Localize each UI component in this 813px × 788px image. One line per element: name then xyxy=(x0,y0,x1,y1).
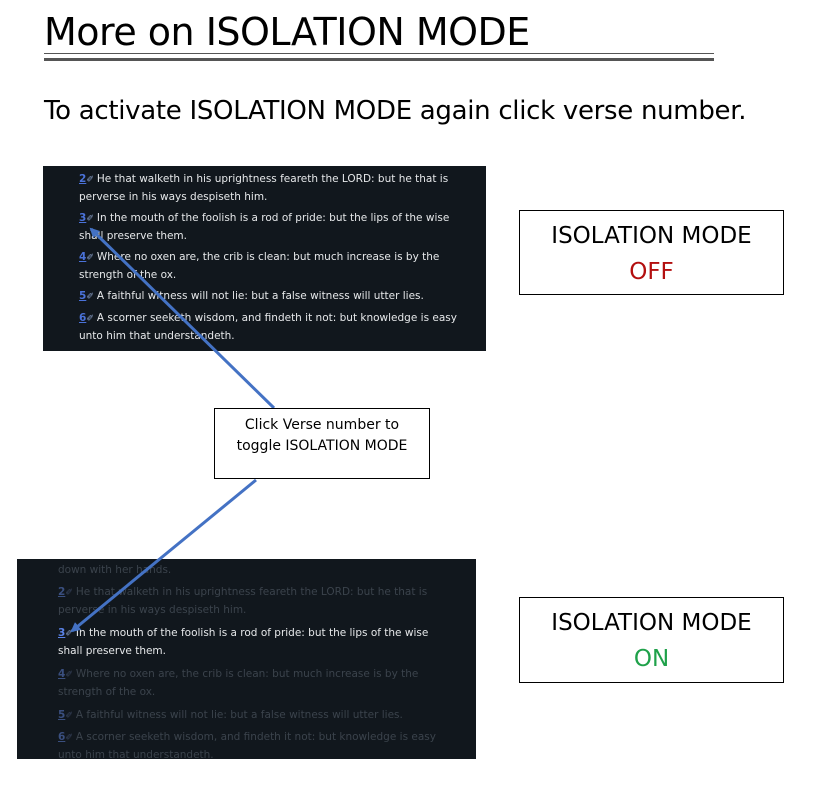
callout-box: Click Verse number to toggle ISOLATION M… xyxy=(214,408,430,479)
arrow-connectors xyxy=(70,227,276,633)
arrow-to-verse-on xyxy=(70,478,257,633)
callout-line-2: toggle ISOLATION MODE xyxy=(236,438,408,454)
arrow-to-verse-off xyxy=(89,227,276,410)
callout-line-1: Click Verse number to xyxy=(244,417,400,433)
